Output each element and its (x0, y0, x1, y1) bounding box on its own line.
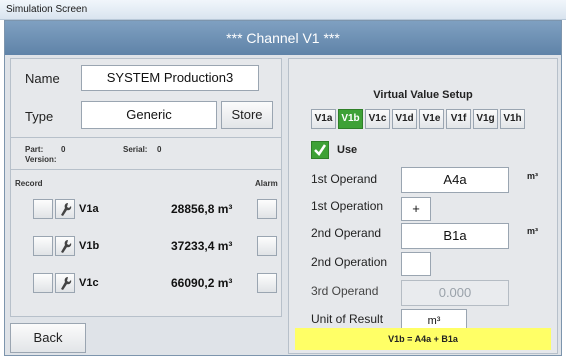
tab-v1h[interactable]: V1h (500, 109, 525, 129)
alarm-checkbox[interactable] (257, 199, 277, 219)
channel-info-panel: Name SYSTEM Production3 Type Generic Sto… (10, 58, 282, 317)
tab-v1f[interactable]: V1f (446, 109, 471, 129)
type-label: Type (25, 109, 54, 124)
first-operation-field[interactable]: + (401, 197, 431, 221)
record-checkbox[interactable] (33, 273, 53, 293)
channel-header: *** Channel V1 *** (5, 21, 561, 55)
channel-value: 66090,2 m³ (171, 276, 233, 290)
serial-value: 0 (157, 145, 162, 154)
store-button[interactable]: Store (221, 101, 273, 129)
wrench-icon (61, 240, 72, 253)
divider (11, 169, 281, 170)
first-operand-field[interactable]: A4a (401, 167, 509, 193)
second-operation-field[interactable] (401, 252, 431, 276)
channel-name: V1a (79, 203, 99, 215)
serial-label: Serial: (123, 145, 148, 154)
second-operand-field[interactable]: B1a (401, 223, 509, 249)
first-operand-unit: m³ (527, 171, 538, 181)
window-title: Simulation Screen (0, 0, 566, 20)
tab-v1d[interactable]: V1d (392, 109, 417, 129)
tab-v1b[interactable]: V1b (338, 109, 363, 129)
third-operand-field: 0.000 (401, 280, 509, 306)
alarm-header: Alarm (255, 179, 278, 188)
record-checkbox[interactable] (33, 199, 53, 219)
virtual-value-panel: Virtual Value Setup V1a V1b V1c V1d V1e … (288, 58, 558, 354)
wrench-button[interactable] (55, 236, 75, 256)
tab-v1g[interactable]: V1g (473, 109, 498, 129)
name-label: Name (25, 71, 60, 86)
second-operand-unit: m³ (527, 226, 538, 236)
alarm-checkbox[interactable] (257, 273, 277, 293)
use-checkbox[interactable] (311, 141, 329, 159)
first-operand-label: 1st Operand (311, 172, 378, 186)
tab-v1e[interactable]: V1e (419, 109, 444, 129)
channel-name: V1b (79, 240, 100, 252)
version-label: Version: (25, 155, 57, 164)
channel-row: V1c 66090,2 m³ (11, 273, 281, 295)
first-operation-label: 1st Operation (311, 199, 384, 213)
virtual-setup-title: Virtual Value Setup (373, 89, 473, 101)
third-operand-label: 3rd Operand (311, 284, 379, 298)
wrench-icon (61, 277, 72, 290)
channel-name: V1c (79, 277, 99, 289)
second-operand-label: 2nd Operand (311, 226, 382, 240)
part-label: Part: (25, 145, 44, 154)
channel-row: V1b 37233,4 m³ (11, 236, 281, 258)
formula-display: V1b = A4a + B1a (295, 328, 551, 350)
channel-value: 37233,4 m³ (171, 239, 233, 253)
record-header: Record (15, 179, 43, 188)
channel-row: V1a 28856,8 m³ (11, 199, 281, 221)
tab-v1c[interactable]: V1c (365, 109, 390, 129)
wrench-icon (61, 203, 72, 216)
type-field[interactable]: Generic (81, 101, 217, 129)
checkmark-icon (314, 144, 327, 156)
use-label: Use (337, 144, 358, 156)
part-value: 0 (61, 145, 66, 154)
channel-value: 28856,8 m³ (171, 202, 233, 216)
record-checkbox[interactable] (33, 236, 53, 256)
back-button[interactable]: Back (10, 323, 86, 353)
tab-v1a[interactable]: V1a (311, 109, 336, 129)
wrench-button[interactable] (55, 199, 75, 219)
name-field[interactable]: SYSTEM Production3 (81, 65, 259, 91)
app-window: *** Channel V1 *** Name SYSTEM Productio… (4, 20, 562, 356)
wrench-button[interactable] (55, 273, 75, 293)
second-operation-label: 2nd Operation (311, 255, 388, 269)
divider (11, 137, 281, 138)
alarm-checkbox[interactable] (257, 236, 277, 256)
unit-result-label: Unit of Result (311, 312, 384, 326)
